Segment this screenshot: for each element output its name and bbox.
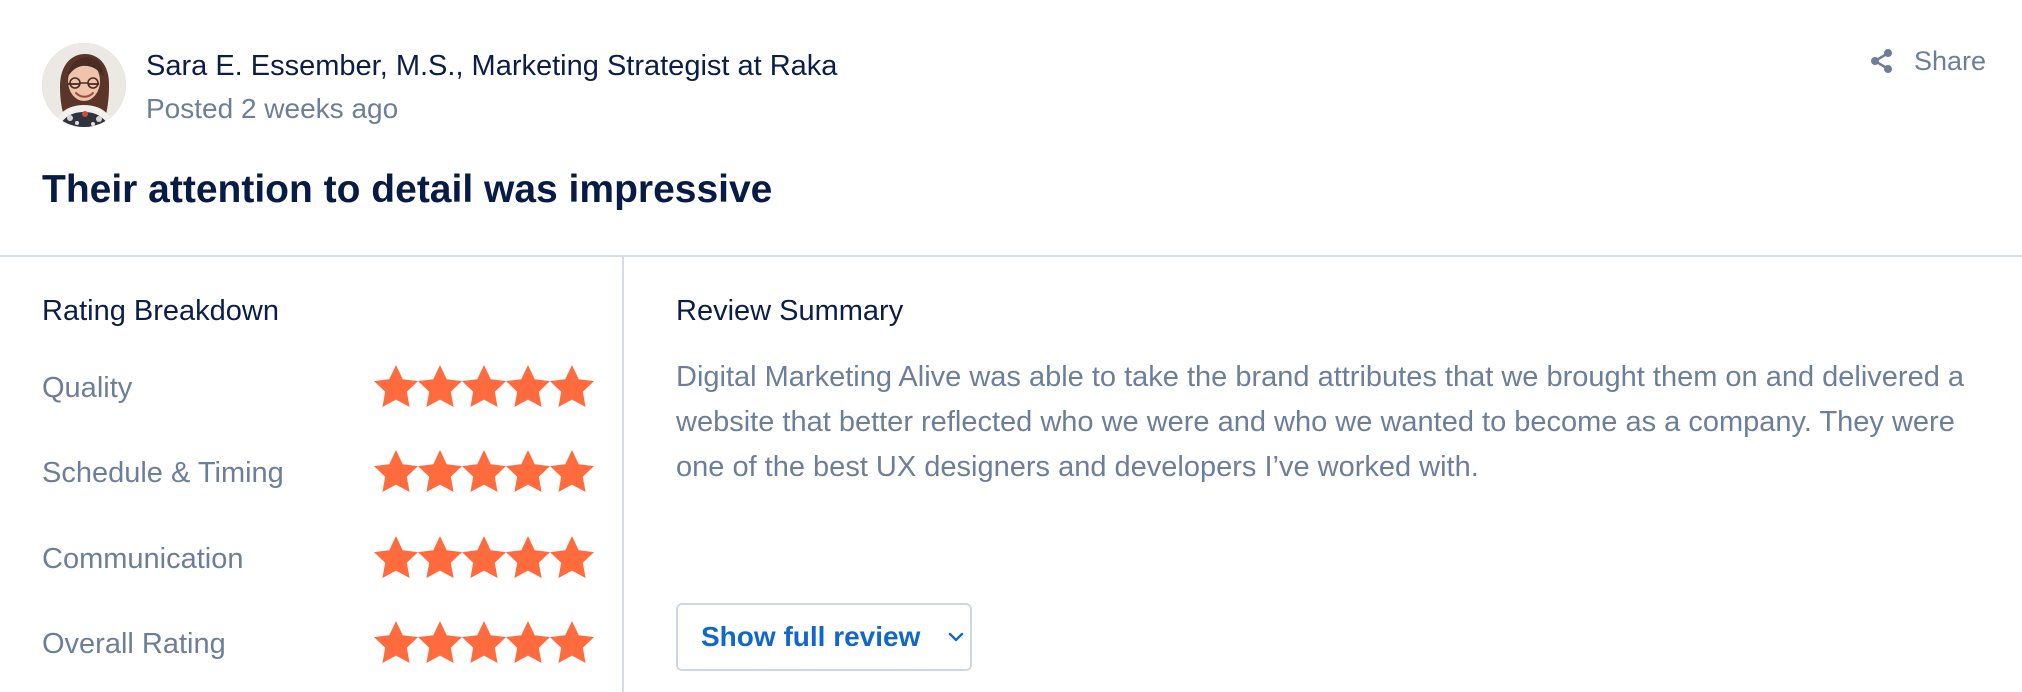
star-filled-icon: [374, 365, 418, 407]
rating-stars-schedule-timing: [374, 448, 594, 496]
review-header: Sara E. Essember, M.S., Marketing Strate…: [0, 0, 2022, 257]
rating-label-overall: Overall Rating: [42, 628, 226, 660]
star-rating-icons: [374, 621, 594, 663]
star-rating-icons: [374, 536, 594, 578]
rating-breakdown-heading: Rating Breakdown: [42, 295, 279, 327]
star-filled-icon: [374, 621, 418, 663]
star-filled-icon: [550, 536, 594, 578]
star-filled-icon: [462, 536, 506, 578]
review-summary-text: Digital Marketing Alive was able to take…: [676, 361, 1965, 483]
star-filled-icon: [374, 536, 418, 578]
star-filled-icon: [418, 365, 462, 407]
rating-breakdown-panel: Rating Breakdown Quality Schedule & Timi…: [0, 257, 624, 692]
star-rating-icons: [374, 365, 594, 407]
review-card: Sara E. Essember, M.S., Marketing Strate…: [0, 0, 2022, 692]
rating-label-schedule-timing: Schedule & Timing: [42, 457, 284, 489]
share-button[interactable]: Share: [1870, 44, 1986, 78]
star-filled-icon: [550, 450, 594, 492]
review-title: Their attention to detail was impressive: [42, 168, 773, 211]
rating-label-quality: Quality: [42, 372, 133, 404]
star-filled-icon: [462, 450, 506, 492]
posted-date: Posted 2 weeks ago: [146, 93, 399, 124]
star-filled-icon: [506, 536, 550, 578]
rating-stars-quality: [374, 363, 594, 411]
star-filled-icon: [462, 365, 506, 407]
star-filled-icon: [462, 621, 506, 663]
star-filled-icon: [550, 365, 594, 407]
rating-row-overall: Overall Rating: [42, 619, 594, 667]
review-body: Rating Breakdown Quality Schedule & Timi…: [0, 257, 2022, 692]
star-rating-icons: [374, 450, 594, 492]
avatar: [42, 43, 126, 127]
reviewer-name: Sara E. Essember, M.S., Marketing Strate…: [146, 50, 838, 82]
review-summary-heading: Review Summary: [676, 295, 904, 327]
star-filled-icon: [550, 621, 594, 663]
rating-row-schedule-timing: Schedule & Timing: [42, 448, 594, 496]
star-filled-icon: [374, 450, 418, 492]
show-full-review-label: Show full review: [701, 621, 921, 652]
star-filled-icon: [418, 621, 462, 663]
rating-row-communication: Communication: [42, 534, 594, 582]
rating-label-communication: Communication: [42, 543, 244, 575]
show-full-review-button[interactable]: Show full review: [676, 603, 972, 671]
chevron-down-icon: [948, 632, 964, 642]
share-label: Share: [1913, 46, 1986, 76]
avatar-image: [42, 43, 126, 127]
star-filled-icon: [506, 365, 550, 407]
share-icon: [1870, 49, 1892, 73]
star-filled-icon: [418, 450, 462, 492]
rating-stars-communication: [374, 534, 594, 582]
rating-row-quality: Quality: [42, 363, 594, 411]
review-summary-panel: Review Summary Digital Marketing Alive w…: [624, 257, 2022, 692]
star-filled-icon: [506, 621, 550, 663]
star-filled-icon: [418, 536, 462, 578]
rating-stars-overall: [374, 619, 594, 667]
star-filled-icon: [506, 450, 550, 492]
